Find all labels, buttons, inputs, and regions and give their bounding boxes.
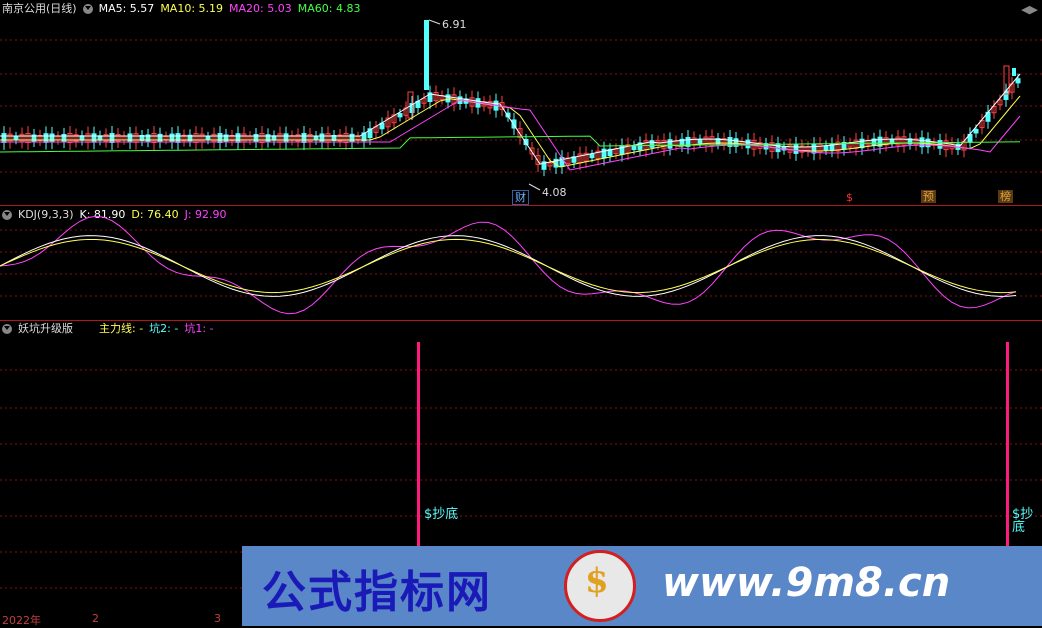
kdj-k-line <box>0 235 1017 297</box>
candle-body <box>973 128 979 134</box>
candle-body <box>1015 78 1021 84</box>
candle-body <box>175 133 181 143</box>
candle-body <box>301 133 307 143</box>
candle-body <box>43 133 49 143</box>
signal-label-2: $抄底 <box>1012 507 1034 535</box>
signal-label-1: $抄底 <box>424 507 459 522</box>
candle-body <box>49 133 55 143</box>
candle-body <box>889 138 895 144</box>
candle-body <box>589 153 595 159</box>
watermark-banner: 公式指标网 $ www.9m8.cn <box>242 546 1042 626</box>
low-price-label: 4.08 <box>542 186 567 199</box>
candle-body <box>217 133 223 143</box>
ma60-line <box>0 135 1021 153</box>
candle-body <box>235 133 241 143</box>
marker-bang[interactable]: 榜 <box>998 190 1013 203</box>
price-chart[interactable] <box>0 0 1042 206</box>
axis-label-3: 3 <box>214 612 221 625</box>
candle-body <box>313 135 319 141</box>
candle-body <box>157 133 163 143</box>
ma10-line <box>0 95 1021 168</box>
candle-body <box>109 133 115 143</box>
marker-dollar[interactable]: $ <box>844 191 855 204</box>
candle-body <box>1 133 7 143</box>
high-pointer <box>428 19 441 25</box>
marker-cai[interactable]: 财 <box>512 190 529 205</box>
candle-spike <box>1012 68 1016 76</box>
candle-body <box>205 135 211 141</box>
candle-body <box>793 143 799 154</box>
candle-body <box>127 133 133 143</box>
candle-body <box>823 145 829 151</box>
candle-body <box>283 133 289 143</box>
low-pointer <box>528 183 541 191</box>
candle-body <box>631 145 637 151</box>
high-price-label: 6.91 <box>442 18 467 31</box>
kdj-j-line <box>0 215 1017 315</box>
candle-body <box>697 138 703 144</box>
axis-label-2: 2 <box>92 612 99 625</box>
logo-dollar-icon: $ <box>585 561 609 601</box>
watermark-url: www.9m8.cn <box>662 560 951 606</box>
candle-body <box>349 133 355 143</box>
candle-body <box>319 133 325 143</box>
candle-body <box>169 133 175 143</box>
marker-yu[interactable]: 预 <box>921 190 936 203</box>
candle-spike <box>424 20 429 90</box>
kdj-panel[interactable]: KDJ(9,3,3) K: 81.90 D: 76.40 J: 92.90 <box>0 206 1042 320</box>
kdj-chart[interactable] <box>0 206 1042 320</box>
price-panel[interactable]: 南京公用(日线) MA5: 5.57 MA10: 5.19 MA20: 5.03… <box>0 0 1042 206</box>
watermark-cn-text: 公式指标网 <box>262 567 492 618</box>
candle-body <box>397 113 403 118</box>
ma20-line <box>0 99 1021 171</box>
candle-body <box>667 139 673 149</box>
candle-body <box>13 135 19 141</box>
candle-body <box>91 133 97 143</box>
watermark-logo: $ <box>564 550 636 622</box>
